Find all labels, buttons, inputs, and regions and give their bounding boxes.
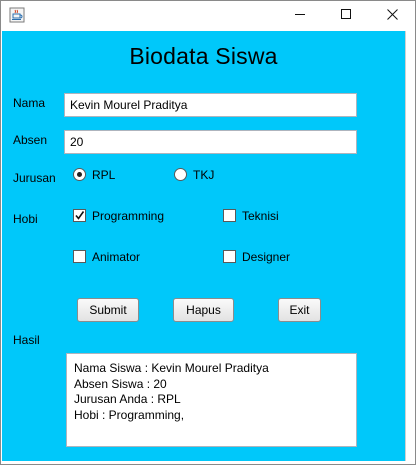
window-edge	[405, 31, 415, 461]
hobi-checkbox-programming[interactable]	[73, 209, 86, 222]
nama-input[interactable]	[64, 93, 357, 117]
jurusan-label: Jurusan	[13, 171, 56, 185]
maximize-button[interactable]	[323, 1, 369, 31]
jurusan-radio-tkj[interactable]	[174, 168, 187, 181]
maximize-icon	[340, 7, 352, 25]
jurusan-option-tkj[interactable]: TKJ	[193, 168, 214, 182]
exit-button[interactable]: Exit	[278, 298, 321, 322]
page-title: Biodata Siswa	[129, 43, 278, 69]
hobi-option-programming[interactable]: Programming	[92, 209, 164, 223]
jurusan-radio-rpl[interactable]	[73, 168, 86, 181]
java-cup-icon	[9, 7, 25, 23]
hasil-line: Nama Siswa : Kevin Mourel Praditya	[74, 361, 269, 375]
hobi-option-designer[interactable]: Designer	[242, 250, 290, 264]
hobi-checkbox-teknisi[interactable]	[223, 209, 236, 222]
title-bar[interactable]	[1, 1, 415, 31]
minimize-button[interactable]	[277, 1, 323, 31]
jurusan-option-rpl[interactable]: RPL	[92, 168, 115, 182]
check-mark-icon	[75, 211, 85, 220]
submit-button[interactable]: Submit	[77, 298, 139, 322]
hobi-label: Hobi	[13, 212, 38, 226]
close-icon	[386, 7, 398, 25]
hasil-label: Hasil	[13, 333, 40, 347]
hapus-button[interactable]: Hapus	[173, 298, 234, 322]
app-window: Biodata Siswa Nama Absen Jurusan RPL TKJ…	[0, 0, 416, 465]
absen-input[interactable]	[64, 130, 357, 154]
hobi-option-teknisi[interactable]: Teknisi	[242, 209, 279, 223]
hasil-line: Hobi : Programming,	[74, 407, 185, 422]
hasil-textarea[interactable]: Nama Siswa : Kevin Mourel Praditya Absen…	[66, 353, 357, 447]
hasil-line: Jurusan Anda : RPL	[74, 392, 181, 406]
absen-label: Absen	[13, 133, 48, 147]
hasil-line: Absen Siswa : 20	[74, 376, 167, 391]
hobi-checkbox-animator[interactable]	[73, 250, 86, 263]
hobi-option-animator[interactable]: Animator	[92, 250, 140, 264]
close-button[interactable]	[369, 1, 415, 31]
nama-label: Nama	[13, 96, 46, 110]
minimize-icon	[294, 7, 306, 25]
window-bottom-edge	[2, 461, 415, 464]
hobi-checkbox-designer[interactable]	[223, 250, 236, 263]
form-panel: Biodata Siswa Nama Absen Jurusan RPL TKJ…	[2, 31, 405, 461]
